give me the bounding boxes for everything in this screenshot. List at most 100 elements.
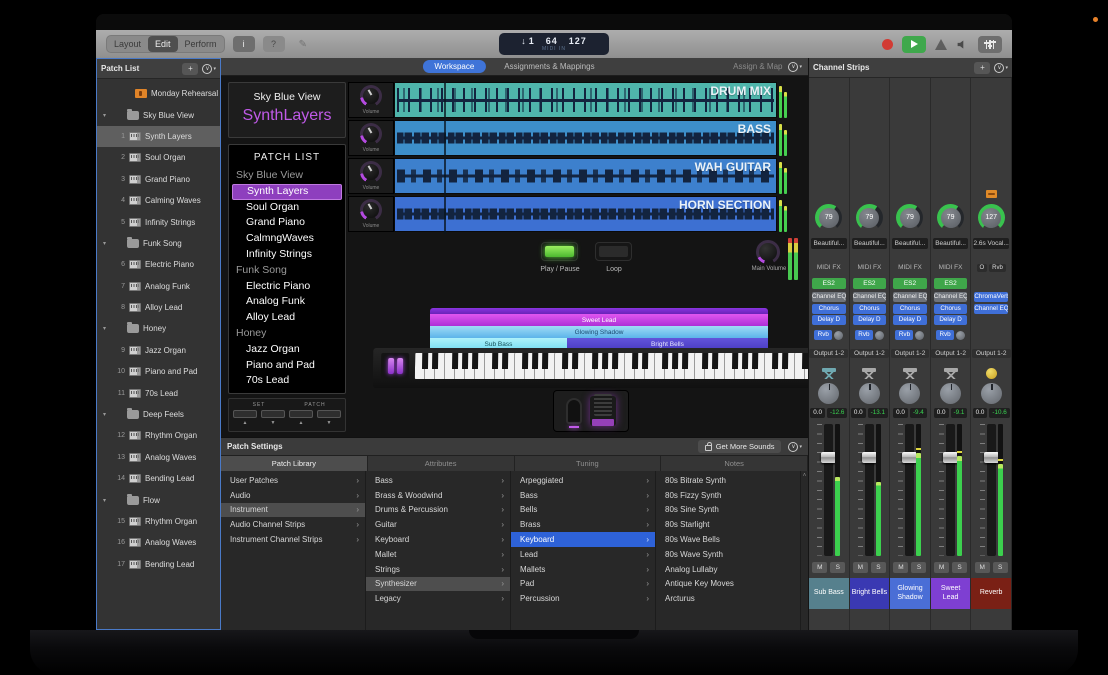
midi-activity-display[interactable]: ↓1 64 127 MIDI IN [499,33,609,55]
smart-control-knob[interactable]: 79 [815,204,842,231]
onscreen-patch-item[interactable]: Grand Piano [232,215,342,231]
volume-fader[interactable] [987,424,996,556]
play-button[interactable] [902,36,926,53]
library-item[interactable]: Keyboard› [366,532,510,547]
add-patch-button[interactable]: + [182,63,198,75]
library-item[interactable]: Legacy› [366,591,510,606]
solo-button[interactable]: S [830,562,845,573]
patch-list-item[interactable]: 5 Infinity Strings [97,211,220,232]
onscreen-patch-item[interactable]: Honey [232,326,342,342]
onscreen-patch-item[interactable]: Electric Piano [232,279,342,295]
volume-fader[interactable] [865,424,874,556]
patch-list-item[interactable]: ▾ Sky Blue View [97,104,220,125]
library-item[interactable]: Bass› [511,488,655,503]
patch-list-item[interactable]: ▾ Deep Feels [97,404,220,425]
library-item[interactable]: Brass & Woodwind› [366,488,510,503]
insert-effect-slot[interactable]: Channel EQ [974,304,1008,314]
set-down-button[interactable] [233,410,257,418]
volume-fader[interactable] [946,424,955,556]
strip-name-label[interactable]: Reverb [971,578,1011,609]
library-item[interactable]: Arpeggiated› [511,473,655,488]
library-item[interactable]: Bass› [366,473,510,488]
library-item[interactable]: Pad› [511,577,655,592]
insert-effect-slot[interactable]: Channel EQ [934,292,968,302]
patch-list-item[interactable]: 9 Jazz Organ [97,340,220,361]
patch-list-item[interactable]: 7 Analog Funk [97,276,220,297]
pan-knob[interactable] [859,383,880,404]
patch-list-item[interactable]: ▾ Honey [97,318,220,339]
layer-bar[interactable]: Sweet Lead [430,314,768,326]
pitch-mod-wheels[interactable] [381,353,409,379]
track-volume-knob[interactable] [360,85,382,107]
set-up-arrow[interactable]: ▲ [233,420,257,426]
patch-list-item[interactable]: 1 Synth Layers [97,126,220,147]
send-knob[interactable] [915,331,924,340]
patch-up-button[interactable] [317,410,341,418]
patch-list-item[interactable]: 2 Soul Organ [97,147,220,168]
strip-name-label[interactable]: Sweet Lead [931,578,971,609]
volume-fader[interactable] [905,424,914,556]
smart-control-knob[interactable]: 79 [896,204,923,231]
library-item[interactable]: Strings› [366,562,510,577]
patch-list-action-menu[interactable]: ∨▾ [202,64,216,74]
patch-down-arrow[interactable]: ▼ [317,420,341,426]
library-item[interactable]: Antique Key Moves [656,577,800,592]
library-item[interactable]: 80s Wave Synth [656,547,800,562]
send-knob[interactable] [875,331,884,340]
track-volume-knob[interactable] [360,161,382,183]
fader-cap[interactable] [902,452,917,463]
insert-effect-slot[interactable]: Delay D [893,315,927,325]
insert-effect-slot[interactable]: Chorus [812,304,846,314]
send-slot[interactable]: Rvb [936,330,954,340]
disclosure-triangle-icon[interactable]: ▾ [103,411,111,418]
library-item[interactable]: Mallet› [366,547,510,562]
layer-bar[interactable]: Glowing Shadow [430,326,768,338]
output-slot[interactable]: Output 1-2 [891,349,930,358]
instrument-slot[interactable]: ES2 [934,278,968,289]
monitor-info-button[interactable]: i [233,36,255,52]
insert-effect-slot[interactable]: Chorus [853,304,887,314]
solo-button[interactable]: S [993,562,1008,573]
track-volume-knob[interactable] [360,123,382,145]
patch-list-item[interactable]: ▾ Funk Song [97,233,220,254]
output-slot[interactable]: Output 1-2 [809,349,848,358]
library-item[interactable]: Arcturus [656,591,800,606]
add-channel-strip-button[interactable]: + [974,62,990,74]
mute-button[interactable]: M [893,562,908,573]
mode-button[interactable]: Layout [107,36,148,52]
library-item[interactable]: 80s Starlight [656,517,800,532]
patch-list-item[interactable]: ▾ Flow [97,489,220,510]
volume-fader[interactable] [824,424,833,556]
library-item[interactable]: 80s Fizzy Synth [656,488,800,503]
insert-effect-slot[interactable]: Delay D [934,315,968,325]
patch-settings-action-menu[interactable]: ∨▾ [788,442,802,452]
onscreen-keyboard[interactable] [373,348,808,388]
patch-down-button[interactable] [289,410,313,418]
mute-button[interactable]: M [934,562,949,573]
patch-settings-tab[interactable]: Tuning [515,456,662,471]
workspace-action-menu[interactable]: ∨▾ [788,62,802,72]
insert-effect-slot[interactable]: ChromaVerb [974,292,1008,302]
assign-map-button[interactable]: Assign & Map [733,62,782,71]
patch-settings-tab[interactable]: Notes [661,456,808,471]
solo-button[interactable]: S [871,562,886,573]
onscreen-patch-item[interactable]: Jazz Organ [232,342,342,358]
patch-list-item[interactable]: 17 Bending Lead [97,554,220,575]
patch-settings-tab[interactable]: Attributes [368,456,515,471]
insert-effect-slot[interactable]: Delay D [812,315,846,325]
send-slot[interactable]: Rvb [855,330,873,340]
patch-list-item[interactable]: 10 Piano and Pad [97,361,220,382]
library-item[interactable]: 80s Sine Synth [656,503,800,518]
patch-list-item[interactable]: 8 Alloy Lead [97,297,220,318]
patch-list-item[interactable]: 16 Analog Waves [97,532,220,553]
record-button[interactable] [882,39,893,50]
loop-button[interactable] [595,242,632,261]
insert-effect-slot[interactable]: Chorus [893,304,927,314]
track-volume-knob[interactable] [360,199,382,221]
disclosure-triangle-icon[interactable]: ▾ [103,497,111,504]
main-volume-knob[interactable] [756,240,780,264]
output-slot[interactable]: Output 1-2 [931,349,970,358]
smart-control-knob[interactable]: 79 [856,204,883,231]
workspace-tab[interactable]: Workspace [422,60,486,73]
send-slot[interactable]: Rvb [814,330,832,340]
